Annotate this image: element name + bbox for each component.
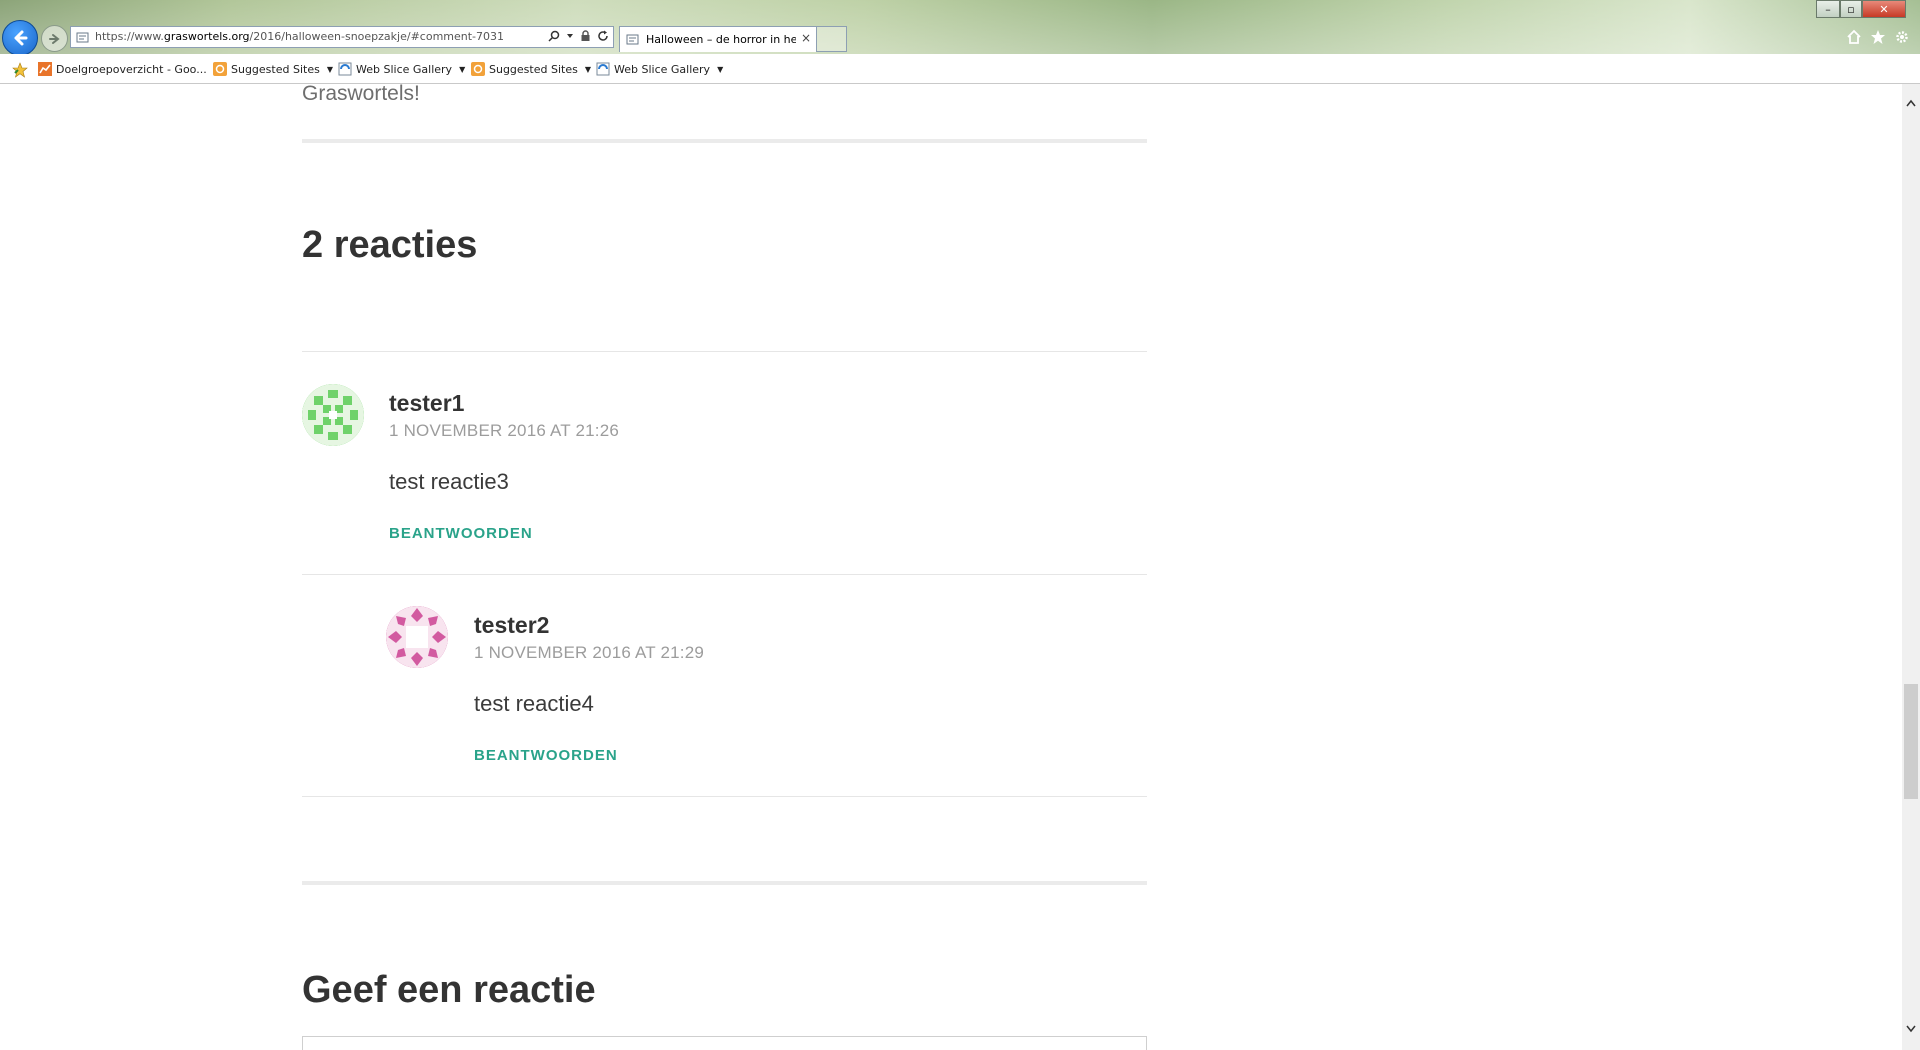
chevron-down-icon: ▼ bbox=[717, 64, 724, 74]
identicon-icon bbox=[386, 606, 448, 668]
chevron-down-icon: ▼ bbox=[459, 64, 466, 74]
analytics-icon bbox=[38, 62, 52, 76]
close-window-button[interactable]: ✕ bbox=[1862, 0, 1906, 18]
new-tab-button[interactable] bbox=[817, 26, 847, 52]
comment-divider bbox=[302, 796, 1147, 797]
comments-heading: 2 reacties bbox=[302, 224, 478, 266]
url-text[interactable]: https://www.graswortels.org/2016/hallowe… bbox=[95, 30, 504, 43]
page-icon bbox=[76, 32, 89, 43]
fav-label: Web Slice Gallery bbox=[614, 62, 711, 76]
fav-label: Suggested Sites bbox=[231, 62, 320, 76]
fav-label: Web Slice Gallery bbox=[356, 62, 453, 76]
web-slice-icon bbox=[596, 62, 610, 76]
url-domain: graswortels.org bbox=[163, 30, 250, 43]
forward-button[interactable] bbox=[41, 25, 68, 52]
home-button[interactable] bbox=[1845, 28, 1863, 46]
settings-button[interactable] bbox=[1893, 28, 1911, 46]
avatar[interactable] bbox=[302, 384, 364, 446]
comment-text: test reactie4 bbox=[474, 691, 594, 716]
arrow-right-icon bbox=[48, 33, 60, 44]
refresh-icon[interactable] bbox=[597, 30, 609, 42]
minimize-button[interactable]: – bbox=[1816, 0, 1840, 18]
arrow-left-icon bbox=[14, 30, 28, 46]
tab-active[interactable]: Halloween – de horror in he... × bbox=[619, 26, 817, 52]
scroll-down-arrow-icon[interactable] bbox=[1902, 1020, 1920, 1038]
avatar[interactable] bbox=[386, 606, 448, 668]
reply-form-heading: Geef een reactie bbox=[302, 969, 596, 1011]
star-icon bbox=[1871, 30, 1885, 44]
address-bar[interactable]: https://www.graswortels.org/2016/hallowe… bbox=[70, 26, 614, 48]
scroll-up-arrow-icon[interactable] bbox=[1902, 94, 1920, 112]
reply-link[interactable]: BEANTWOORDEN bbox=[389, 525, 533, 542]
comment-text: test reactie3 bbox=[389, 469, 509, 494]
suggested-sites-icon bbox=[213, 62, 227, 76]
comment-author[interactable]: tester1 bbox=[389, 390, 464, 417]
gear-icon bbox=[1896, 31, 1908, 43]
page-scrollbar[interactable] bbox=[1902, 84, 1920, 1050]
fav-item-suggested-sites[interactable]: Suggested Sites ▼ bbox=[471, 62, 591, 76]
chevron-down-icon: ▼ bbox=[326, 64, 333, 74]
previous-post-text: Graswortels! bbox=[302, 84, 420, 105]
fav-item-doelgroepoverzicht[interactable]: Doelgroepoverzicht - Goo... bbox=[38, 62, 207, 76]
lock-icon[interactable] bbox=[580, 30, 591, 42]
reply-link[interactable]: BEANTWOORDEN bbox=[474, 747, 618, 764]
maximize-button[interactable]: ▫ bbox=[1840, 0, 1862, 18]
tab-close-button[interactable]: × bbox=[801, 31, 811, 45]
fav-label: Doelgroepoverzicht - Goo... bbox=[56, 62, 207, 76]
favorites-bar: Doelgroepoverzicht - Goo... Suggested Si… bbox=[0, 54, 1920, 84]
star-add-icon bbox=[12, 62, 28, 78]
fav-item-web-slice-gallery[interactable]: Web Slice Gallery ▼ bbox=[338, 62, 465, 76]
comment-divider bbox=[302, 351, 1147, 352]
back-button[interactable] bbox=[2, 20, 38, 56]
section-divider bbox=[302, 139, 1147, 143]
chevron-up-icon bbox=[1906, 99, 1916, 107]
scrollbar-thumb[interactable] bbox=[1904, 684, 1918, 799]
search-icon[interactable] bbox=[548, 30, 560, 42]
chevron-down-icon: ▼ bbox=[584, 64, 591, 74]
comment-date[interactable]: 1 NOVEMBER 2016 AT 21:29 bbox=[474, 643, 704, 663]
section-divider bbox=[302, 881, 1147, 885]
web-slice-icon bbox=[338, 62, 352, 76]
dropdown-arrow-icon[interactable] bbox=[566, 32, 574, 40]
chevron-down-icon bbox=[1906, 1025, 1916, 1033]
tab-title: Halloween – de horror in he... bbox=[646, 33, 796, 46]
url-path: /2016/halloween-snoepzakje/#comment-7031 bbox=[249, 30, 505, 43]
home-icon bbox=[1847, 29, 1861, 44]
browser-titlebar: https://www.graswortels.org/2016/hallowe… bbox=[0, 0, 1920, 56]
fav-label: Suggested Sites bbox=[489, 62, 578, 76]
comment-date[interactable]: 1 NOVEMBER 2016 AT 21:26 bbox=[389, 421, 619, 441]
page-icon bbox=[626, 34, 639, 45]
favorites-button[interactable] bbox=[1869, 28, 1887, 46]
add-favorites-button[interactable] bbox=[12, 62, 28, 78]
page-viewport: Graswortels! 2 reacties tester1 1 NOVEMB… bbox=[0, 84, 1902, 1050]
url-prefix: https://www. bbox=[95, 30, 164, 43]
fav-item-suggested-sites[interactable]: Suggested Sites ▼ bbox=[213, 62, 333, 76]
fav-item-web-slice-gallery[interactable]: Web Slice Gallery ▼ bbox=[596, 62, 723, 76]
identicon-icon bbox=[302, 384, 364, 446]
suggested-sites-icon bbox=[471, 62, 485, 76]
comment-author[interactable]: tester2 bbox=[474, 612, 549, 639]
comment-textarea[interactable] bbox=[302, 1036, 1147, 1050]
comment-divider bbox=[302, 574, 1147, 575]
